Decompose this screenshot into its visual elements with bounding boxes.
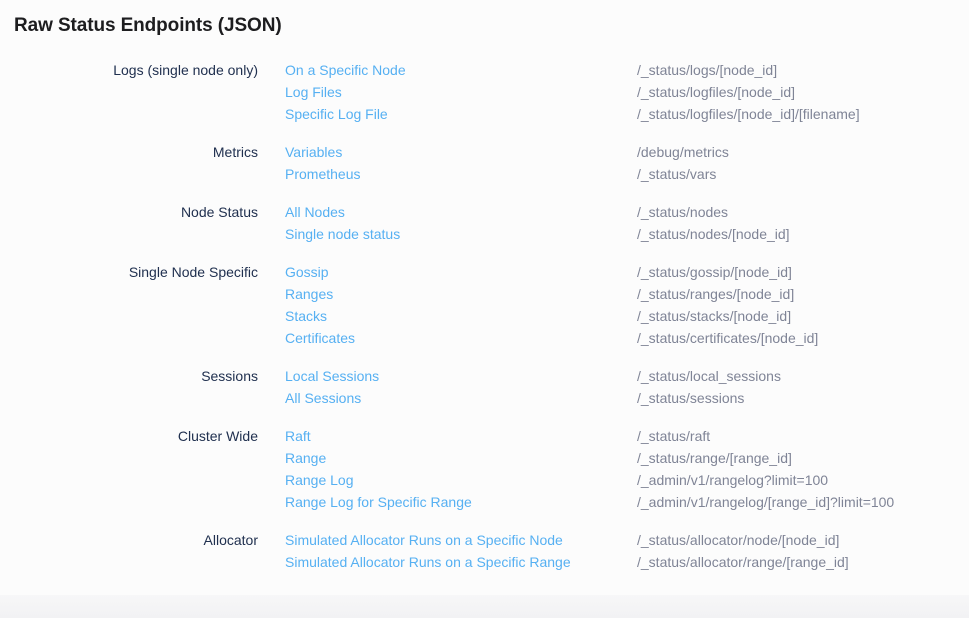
endpoint-row: Range Log for Specific Range/_admin/v1/r… bbox=[285, 491, 894, 513]
endpoint-rows: Variables/debug/metricsPrometheus/_statu… bbox=[285, 141, 729, 185]
endpoint-link[interactable]: Raft bbox=[285, 425, 637, 447]
category-label: Logs (single node only) bbox=[0, 59, 258, 81]
endpoint-row: Single node status/_status/nodes/[node_i… bbox=[285, 223, 790, 245]
endpoint-row: Ranges/_status/ranges/[node_id] bbox=[285, 283, 818, 305]
endpoint-group: Metrics Variables/debug/metricsPrometheus… bbox=[0, 141, 969, 185]
page-title: Raw Status Endpoints (JSON) bbox=[14, 15, 969, 37]
endpoint-row: Range Log/_admin/v1/rangelog?limit=100 bbox=[285, 469, 894, 491]
endpoint-row: Prometheus/_status/vars bbox=[285, 163, 729, 185]
endpoint-group: Sessions Local Sessions/_status/local_ses… bbox=[0, 365, 969, 409]
endpoint-rows: On a Specific Node/_status/logs/[node_id… bbox=[285, 59, 860, 125]
endpoint-rows: Raft/_status/raftRange/_status/range/[ra… bbox=[285, 425, 894, 513]
endpoint-group: Node Status All Nodes/_status/nodesSingle… bbox=[0, 201, 969, 245]
endpoint-path: /_status/nodes bbox=[637, 201, 728, 223]
endpoint-path: /_status/gossip/[node_id] bbox=[637, 261, 792, 283]
category-label: Metrics bbox=[0, 141, 258, 163]
endpoint-row: Gossip/_status/gossip/[node_id] bbox=[285, 261, 818, 283]
endpoint-path: /_status/nodes/[node_id] bbox=[637, 223, 790, 245]
endpoint-path: /_status/sessions bbox=[637, 387, 744, 409]
endpoint-link[interactable]: Range bbox=[285, 447, 637, 469]
endpoint-link[interactable]: Simulated Allocator Runs on a Specific N… bbox=[285, 529, 637, 551]
endpoint-link[interactable]: Log Files bbox=[285, 81, 637, 103]
endpoint-link[interactable]: Stacks bbox=[285, 305, 637, 327]
endpoint-path: /_status/logs/[node_id] bbox=[637, 59, 777, 81]
endpoint-row: Range/_status/range/[range_id] bbox=[285, 447, 894, 469]
endpoint-path: /_status/vars bbox=[637, 163, 716, 185]
endpoint-row: Variables/debug/metrics bbox=[285, 141, 729, 163]
endpoint-link[interactable]: Ranges bbox=[285, 283, 637, 305]
endpoints-table: Logs (single node only) On a Specific Nod… bbox=[0, 59, 969, 573]
endpoint-path: /_status/certificates/[node_id] bbox=[637, 327, 818, 349]
bottom-strip bbox=[0, 595, 969, 618]
category-label: Sessions bbox=[0, 365, 258, 387]
endpoint-path: /_admin/v1/rangelog/[range_id]?limit=100 bbox=[637, 491, 894, 513]
endpoint-link[interactable]: Range Log bbox=[285, 469, 637, 491]
endpoint-link[interactable]: Range Log for Specific Range bbox=[285, 491, 637, 513]
endpoint-row: Local Sessions/_status/local_sessions bbox=[285, 365, 781, 387]
endpoint-row: Specific Log File/_status/logfiles/[node… bbox=[285, 103, 860, 125]
endpoint-path: /_status/raft bbox=[637, 425, 710, 447]
endpoint-path: /_status/ranges/[node_id] bbox=[637, 283, 794, 305]
endpoint-row: Raft/_status/raft bbox=[285, 425, 894, 447]
endpoint-link[interactable]: Specific Log File bbox=[285, 103, 637, 125]
endpoint-group: Cluster Wide Raft/_status/raftRange/_stat… bbox=[0, 425, 969, 513]
endpoint-link[interactable]: Local Sessions bbox=[285, 365, 637, 387]
endpoint-path: /_status/logfiles/[node_id] bbox=[637, 81, 795, 103]
endpoint-path: /_status/logfiles/[node_id]/[filename] bbox=[637, 103, 860, 125]
endpoint-link[interactable]: Single node status bbox=[285, 223, 637, 245]
endpoint-rows: Local Sessions/_status/local_sessionsAll… bbox=[285, 365, 781, 409]
endpoint-path: /_status/allocator/range/[range_id] bbox=[637, 551, 849, 573]
category-label: Node Status bbox=[0, 201, 258, 223]
category-label: Single Node Specific bbox=[0, 261, 258, 283]
endpoint-row: Simulated Allocator Runs on a Specific N… bbox=[285, 529, 849, 551]
endpoint-path: /debug/metrics bbox=[637, 141, 729, 163]
endpoint-link[interactable]: Prometheus bbox=[285, 163, 637, 185]
endpoint-rows: All Nodes/_status/nodesSingle node statu… bbox=[285, 201, 790, 245]
endpoint-row: All Nodes/_status/nodes bbox=[285, 201, 790, 223]
endpoint-group: Single Node Specific Gossip/_status/gossi… bbox=[0, 261, 969, 349]
endpoint-link[interactable]: On a Specific Node bbox=[285, 59, 637, 81]
endpoint-row: Certificates/_status/certificates/[node_… bbox=[285, 327, 818, 349]
endpoint-link[interactable]: Gossip bbox=[285, 261, 637, 283]
endpoint-path: /_status/local_sessions bbox=[637, 365, 781, 387]
endpoint-path: /_status/stacks/[node_id] bbox=[637, 305, 791, 327]
endpoint-row: On a Specific Node/_status/logs/[node_id… bbox=[285, 59, 860, 81]
endpoint-row: Log Files/_status/logfiles/[node_id] bbox=[285, 81, 860, 103]
endpoint-link[interactable]: All Sessions bbox=[285, 387, 637, 409]
category-label: Allocator bbox=[0, 529, 258, 551]
endpoint-link[interactable]: Simulated Allocator Runs on a Specific R… bbox=[285, 551, 637, 573]
endpoint-rows: Simulated Allocator Runs on a Specific N… bbox=[285, 529, 849, 573]
endpoint-path: /_admin/v1/rangelog?limit=100 bbox=[637, 469, 828, 491]
category-label: Cluster Wide bbox=[0, 425, 258, 447]
endpoint-path: /_status/allocator/node/[node_id] bbox=[637, 529, 839, 551]
endpoint-row: Simulated Allocator Runs on a Specific R… bbox=[285, 551, 849, 573]
endpoint-path: /_status/range/[range_id] bbox=[637, 447, 792, 469]
endpoint-link[interactable]: Variables bbox=[285, 141, 637, 163]
endpoint-group: Allocator Simulated Allocator Runs on a S… bbox=[0, 529, 969, 573]
endpoint-row: All Sessions/_status/sessions bbox=[285, 387, 781, 409]
endpoint-row: Stacks/_status/stacks/[node_id] bbox=[285, 305, 818, 327]
endpoint-link[interactable]: Certificates bbox=[285, 327, 637, 349]
endpoint-group: Logs (single node only) On a Specific Nod… bbox=[0, 59, 969, 125]
endpoint-link[interactable]: All Nodes bbox=[285, 201, 637, 223]
endpoint-rows: Gossip/_status/gossip/[node_id]Ranges/_s… bbox=[285, 261, 818, 349]
